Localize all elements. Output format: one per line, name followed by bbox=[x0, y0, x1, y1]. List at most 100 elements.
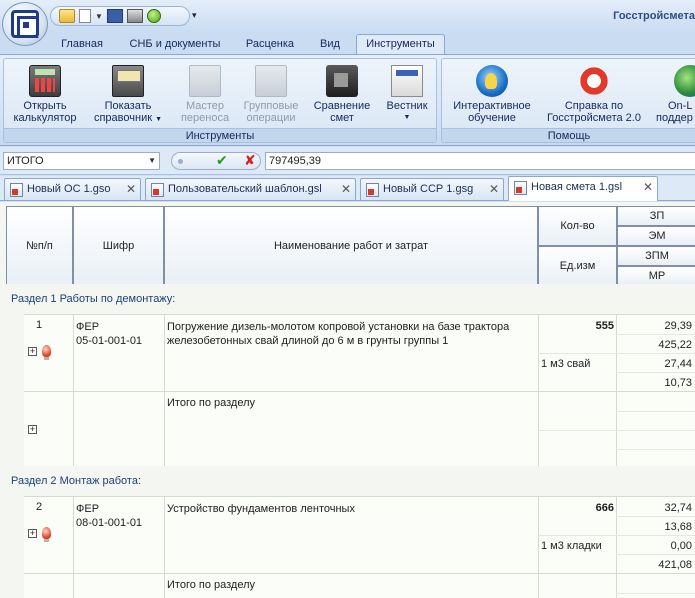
ribbon-tabs: Главная СНБ и документы Расценка Вид Инс… bbox=[0, 32, 695, 55]
chevron-down-icon: ▼ bbox=[403, 114, 411, 121]
tab-snb-documents[interactable]: СНБ и документы bbox=[120, 35, 230, 54]
open-calculator-label-2: калькулятор bbox=[13, 112, 77, 124]
open-folder-icon[interactable] bbox=[59, 9, 75, 23]
column-divider bbox=[164, 497, 165, 573]
vestnik-button[interactable]: Вестник ▼ bbox=[380, 61, 434, 129]
header-npp[interactable]: №п/п bbox=[6, 206, 73, 286]
doc-tab-new-estimate[interactable]: Новая смета 1.gsl ✕ bbox=[508, 176, 658, 201]
value-em: 13,68 bbox=[664, 521, 692, 533]
close-icon[interactable]: ✕ bbox=[341, 179, 351, 199]
transfer-wizard-label: Мастер bbox=[185, 100, 225, 112]
formula-input[interactable]: 797495,39 bbox=[265, 152, 695, 170]
header-code[interactable]: Шифр bbox=[73, 206, 164, 286]
lightbulb-icon[interactable] bbox=[42, 345, 51, 360]
subtotal-row[interactable]: Итого по разделу + bbox=[24, 391, 695, 466]
column-divider bbox=[616, 392, 617, 466]
expand-icon[interactable]: + bbox=[28, 347, 37, 356]
online-support-label: On-L bbox=[668, 100, 693, 112]
section-title[interactable]: Раздел 1 Работы по демонтажу: bbox=[0, 284, 695, 314]
header-zp[interactable]: ЗП bbox=[617, 206, 695, 226]
interactive-training-label: Интерактивное bbox=[453, 100, 531, 112]
cancel-icon[interactable]: ✘ bbox=[244, 152, 256, 169]
group-help: Интерактивное обучение Справка по Госстр… bbox=[441, 58, 695, 143]
calculator-icon bbox=[29, 65, 61, 97]
close-icon[interactable]: ✕ bbox=[643, 177, 653, 197]
table-row[interactable]: 2 ФЕР 08-01-001-01 Устройство фундаменто… bbox=[24, 496, 695, 573]
row-divider bbox=[538, 430, 695, 431]
tab-home[interactable]: Главная bbox=[52, 35, 112, 54]
column-divider bbox=[73, 497, 74, 573]
lifebuoy-icon bbox=[578, 65, 610, 97]
document-tabs: Новый ОС 1.gso ✕ Пользовательский шаблон… bbox=[0, 176, 695, 201]
lightbulb-icon[interactable] bbox=[42, 527, 51, 542]
header-qty[interactable]: Кол-во bbox=[538, 206, 617, 246]
subtotal-label: Итого по разделу bbox=[167, 579, 256, 591]
refresh-icon[interactable] bbox=[146, 9, 161, 23]
header-em[interactable]: ЭМ bbox=[617, 226, 695, 246]
chevron-down-icon[interactable]: ▼ bbox=[95, 12, 103, 21]
header-zpm[interactable]: ЗПМ bbox=[617, 246, 695, 266]
interactive-training-button[interactable]: Интерактивное обучение bbox=[446, 61, 538, 129]
new-document-icon[interactable] bbox=[79, 9, 91, 23]
header-name[interactable]: Наименование работ и затрат bbox=[164, 206, 538, 286]
confirm-icon[interactable]: ✔ bbox=[216, 152, 228, 169]
name-box[interactable]: ИТОГО ▼ bbox=[3, 152, 160, 170]
app-logo-icon bbox=[11, 10, 39, 38]
doc-tab-label: Новый ССР 1.gsg bbox=[383, 183, 474, 195]
doc-tab-user-template[interactable]: Пользовательский шаблон.gsl ✕ bbox=[145, 178, 356, 200]
doc-tab-new-ssr[interactable]: Новый ССР 1.gsg ✕ bbox=[360, 178, 504, 200]
ribbon: Открыть калькулятор Показать справочник … bbox=[0, 54, 695, 146]
header-unit[interactable]: Ед.изм bbox=[538, 246, 617, 286]
save-icon[interactable] bbox=[106, 9, 123, 23]
value-em: 425,22 bbox=[658, 339, 692, 351]
doc-tab-new-os[interactable]: Новый ОС 1.gso ✕ bbox=[4, 178, 141, 200]
column-divider bbox=[164, 315, 165, 391]
dot-icon bbox=[178, 159, 183, 164]
table-row[interactable]: 1 ФЕР 05-01-001-01 Погружение дизель-мол… bbox=[24, 314, 695, 391]
close-icon[interactable]: ✕ bbox=[126, 179, 136, 199]
tab-tools[interactable]: Инструменты bbox=[356, 34, 445, 55]
print-icon[interactable] bbox=[126, 9, 143, 23]
vestnik-label: Вестник bbox=[386, 100, 428, 112]
open-calculator-button[interactable]: Открыть калькулятор bbox=[8, 61, 82, 129]
group-operations-button[interactable]: Групповые операции bbox=[240, 61, 302, 129]
chevron-down-icon[interactable]: ▼ bbox=[148, 153, 156, 169]
subtotal-row[interactable]: Итого по разделу bbox=[24, 573, 695, 598]
doc-tab-label: Новый ОС 1.gso bbox=[27, 183, 111, 195]
customize-toolbar-icon[interactable]: ▾ bbox=[192, 10, 197, 21]
section-title[interactable]: Раздел 2 Монтаж работа: bbox=[0, 466, 695, 496]
group-operations-icon bbox=[255, 65, 287, 97]
help-reference-button[interactable]: Справка по Госстройсмета 2.0 bbox=[542, 61, 646, 129]
rate-code: 05-01-001-01 bbox=[76, 335, 143, 347]
column-divider bbox=[538, 392, 539, 466]
name-box-value: ИТОГО bbox=[7, 155, 44, 167]
value-zp: 32,74 bbox=[664, 502, 692, 514]
compare-estimates-label: Сравнение bbox=[313, 100, 371, 112]
close-icon[interactable]: ✕ bbox=[489, 179, 499, 199]
online-support-label-2: поддер bbox=[656, 112, 693, 124]
expand-icon[interactable]: + bbox=[28, 425, 37, 434]
doc-tab-label: Новая смета 1.gsl bbox=[531, 181, 623, 193]
document-icon bbox=[151, 183, 164, 197]
group-help-label: Помощь bbox=[442, 128, 695, 142]
compare-estimates-button[interactable]: Сравнение смет bbox=[309, 61, 375, 129]
show-reference-button[interactable]: Показать справочник ▼ bbox=[88, 61, 168, 129]
online-support-button[interactable]: On-L поддер bbox=[650, 61, 695, 129]
app-menu-button[interactable] bbox=[2, 2, 48, 46]
tab-rate[interactable]: Расценка bbox=[236, 35, 304, 54]
column-divider bbox=[73, 392, 74, 466]
document-icon bbox=[366, 183, 379, 197]
work-name: Погружение дизель-молотом копровой устан… bbox=[167, 321, 510, 347]
group-tools: Открыть калькулятор Показать справочник … bbox=[3, 58, 437, 143]
quantity: 666 bbox=[595, 502, 614, 514]
document-icon bbox=[10, 183, 23, 197]
row-divider bbox=[616, 554, 695, 555]
row-number: 2 bbox=[36, 501, 43, 513]
tab-view[interactable]: Вид bbox=[310, 35, 350, 54]
expand-icon[interactable]: + bbox=[28, 529, 37, 538]
header-mr[interactable]: МР bbox=[617, 266, 695, 286]
transfer-wizard-button[interactable]: Мастер переноса bbox=[174, 61, 236, 129]
work-name: Устройство фундаментов ленточных bbox=[167, 503, 355, 515]
value-mr: 421,08 bbox=[658, 559, 692, 571]
compare-estimates-label-2: смет bbox=[330, 112, 354, 124]
